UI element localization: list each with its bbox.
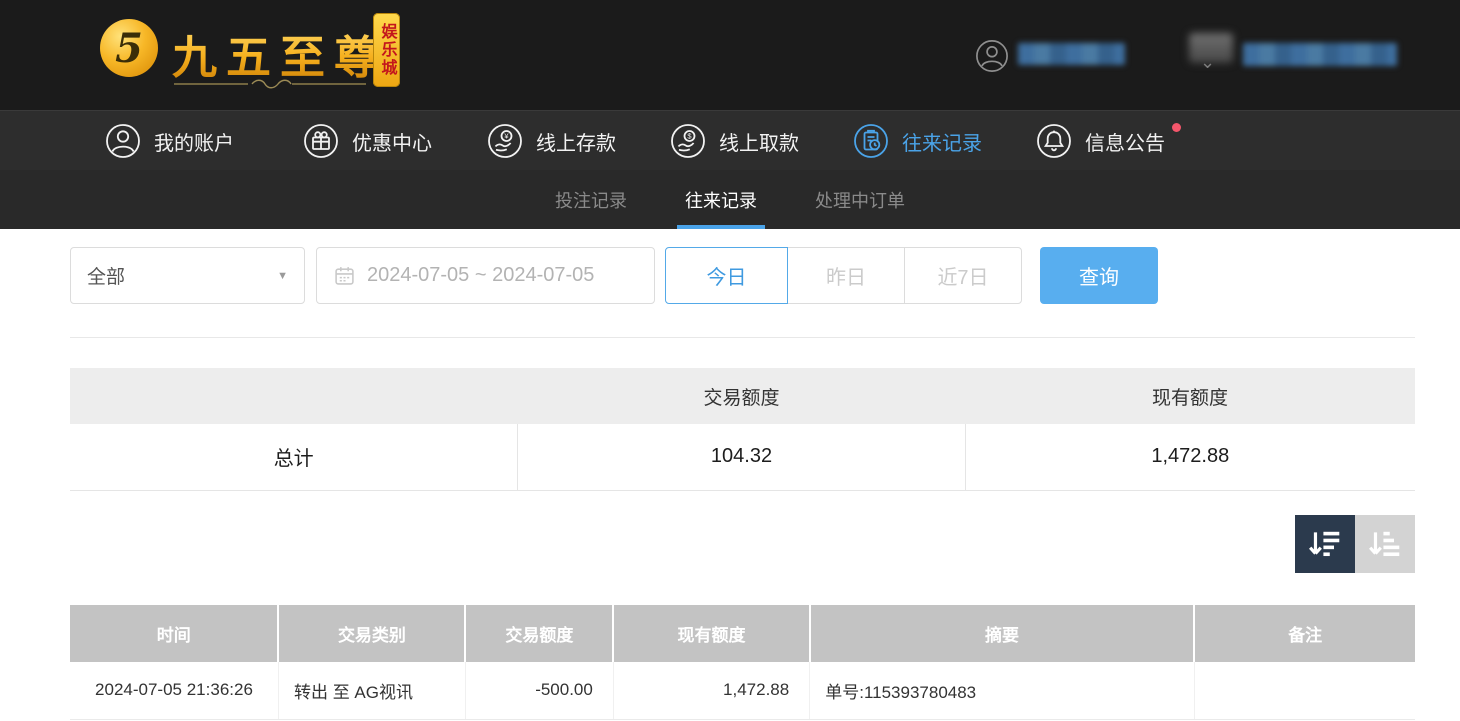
nav-label: 往来记录: [902, 127, 982, 156]
records-header-row: 时间 交易类别 交易额度 现有额度 摘要 备注: [70, 605, 1415, 662]
main-nav: 我的账户 优惠中心 ¥ 线上存款: [0, 110, 1460, 170]
dropdown-arrow-icon: ▼: [277, 270, 288, 282]
sort-descending-icon: [1307, 529, 1343, 560]
brand-name: 九五至尊: [172, 21, 388, 86]
records-table: 时间 交易类别 交易额度 现有额度 摘要 备注 2024-07-05 21:36…: [70, 605, 1415, 720]
cell-remark: [1194, 662, 1415, 719]
table-row: 2024-07-05 21:36:26 转出 至 AG视讯 -500.00 1,…: [70, 662, 1415, 719]
brand-logo-icon[interactable]: 5: [100, 19, 158, 77]
sort-ascending-button[interactable]: [1355, 515, 1415, 573]
calendar-icon: [334, 265, 355, 286]
nav-label: 信息公告: [1085, 127, 1165, 156]
quick-range-group: 今日 昨日 近7日: [665, 247, 1022, 304]
nav-label: 线上存款: [536, 127, 616, 156]
summary-total-balance: 1,472.88: [965, 424, 1415, 490]
records-header-type: 交易类别: [278, 605, 465, 662]
cell-type: 转出 至 AG视讯: [278, 662, 465, 719]
nav-label: 线上取款: [719, 127, 799, 156]
records-header-trade: 交易额度: [465, 605, 613, 662]
summary-header-trade: 交易额度: [518, 368, 965, 424]
tab-processing-orders[interactable]: 处理中订单: [807, 170, 913, 229]
date-range-value: 2024-07-05 ~ 2024-07-05: [367, 264, 594, 287]
summary-header-balance: 现有额度: [965, 368, 1415, 424]
tab-label: 处理中订单: [815, 187, 905, 213]
notification-dot: [1172, 123, 1181, 132]
summary-total-trade: 104.32: [518, 424, 965, 490]
sort-ascending-icon: [1367, 529, 1403, 560]
chevron-down-icon[interactable]: ⌄: [1200, 52, 1215, 73]
tab-label: 往来记录: [685, 187, 757, 213]
brand-badge: 娱乐城: [373, 13, 400, 87]
top-header: 5 九五至尊 娱乐城 ⌄: [0, 0, 1460, 110]
cell-balance: 1,472.88: [613, 662, 809, 719]
summary-total-label: 总计: [70, 424, 518, 490]
flourish-ornament-icon: [172, 78, 368, 90]
type-select[interactable]: 全部 ▼: [70, 247, 305, 304]
tab-betting-records[interactable]: 投注记录: [547, 170, 635, 229]
withdraw-icon: $: [670, 123, 706, 159]
user-avatar-icon[interactable]: [975, 39, 1009, 73]
sort-buttons: [1295, 515, 1415, 573]
cell-summary: 单号:115393780483: [810, 662, 1195, 719]
svg-text:$: $: [687, 132, 692, 141]
sort-descending-button[interactable]: [1295, 515, 1355, 573]
bell-icon: [1036, 123, 1072, 159]
yesterday-button[interactable]: 昨日: [788, 247, 905, 304]
tab-transaction-records[interactable]: 往来记录: [677, 170, 765, 229]
nav-item-deposit[interactable]: ¥ 线上存款: [487, 111, 616, 171]
records-header-summary: 摘要: [810, 605, 1195, 662]
sub-tab-bar: 投注记录 往来记录 处理中订单: [0, 170, 1460, 229]
summary-table: 交易额度 现有额度 总计 104.32 1,472.88: [70, 368, 1415, 491]
date-range-input[interactable]: 2024-07-05 ~ 2024-07-05: [316, 247, 655, 304]
summary-total-row: 总计 104.32 1,472.88: [70, 424, 1415, 490]
page: 5 九五至尊 娱乐城 ⌄ 我的账户: [0, 0, 1460, 721]
records-icon: [853, 123, 889, 159]
summary-header-row: 交易额度 现有额度: [70, 368, 1415, 424]
records-header-balance: 现有额度: [613, 605, 809, 662]
cell-trade-amount: -500.00: [465, 662, 613, 719]
records-header-remark: 备注: [1194, 605, 1415, 662]
divider: [70, 337, 1415, 338]
cell-time: 2024-07-05 21:36:26: [70, 662, 278, 719]
nav-label: 优惠中心: [352, 127, 432, 156]
today-button[interactable]: 今日: [665, 247, 788, 304]
query-button[interactable]: 查询: [1040, 247, 1158, 304]
type-select-value: 全部: [87, 262, 125, 289]
nav-label: 我的账户: [154, 127, 234, 156]
blurred-balance: [1243, 43, 1397, 66]
deposit-icon: ¥: [487, 123, 523, 159]
user-icon: [105, 123, 141, 159]
tab-label: 投注记录: [555, 187, 627, 213]
nav-item-announcements[interactable]: 信息公告: [1036, 111, 1165, 171]
nav-item-promotions[interactable]: 优惠中心: [303, 111, 432, 171]
blurred-username: [1018, 43, 1125, 65]
nav-item-my-account[interactable]: 我的账户: [105, 111, 234, 171]
nav-item-withdraw[interactable]: $ 线上取款: [670, 111, 799, 171]
svg-text:¥: ¥: [504, 132, 509, 141]
records-header-time: 时间: [70, 605, 278, 662]
brand-logo-glyph: 5: [115, 25, 143, 72]
last7days-button[interactable]: 近7日: [904, 247, 1022, 304]
gift-icon: [303, 123, 339, 159]
summary-header-empty: [70, 368, 518, 424]
nav-item-transaction-records[interactable]: 往来记录: [853, 111, 982, 171]
